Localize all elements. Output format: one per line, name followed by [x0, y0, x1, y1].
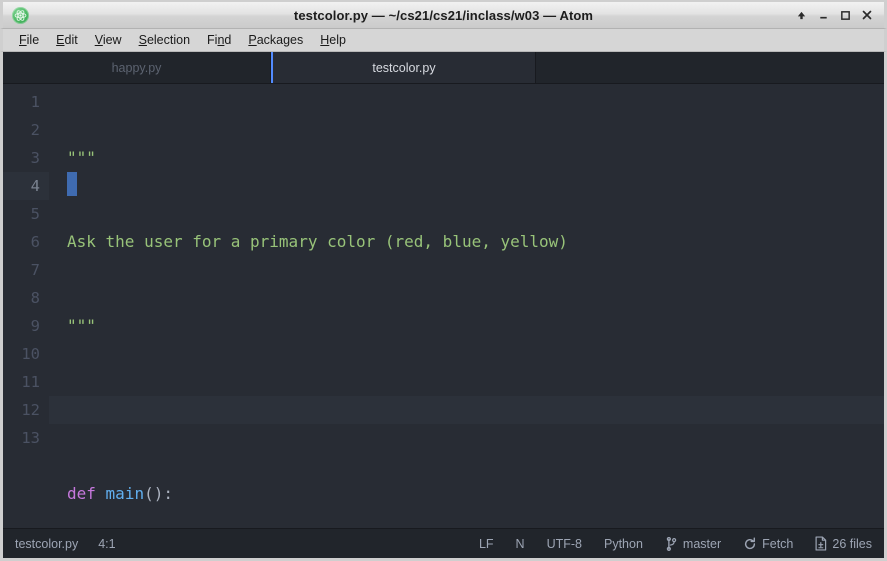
menu-mnemonic: V [95, 33, 103, 47]
menu-label: dit [65, 33, 78, 47]
line-number: 11 [3, 368, 49, 396]
window-controls [790, 5, 880, 25]
atom-logo-icon [12, 7, 29, 24]
status-files-label: 26 files [832, 537, 872, 551]
line-number: 12 [3, 396, 49, 424]
menu-item-help[interactable]: Help [312, 31, 355, 49]
status-vim-mode[interactable]: N [516, 537, 525, 551]
token-punc: ) [154, 484, 164, 503]
code-content[interactable]: """ Ask the user for a primary color (re… [49, 84, 884, 528]
menu-label: ile [27, 33, 40, 47]
line-number: 5 [3, 200, 49, 228]
line-number: 13 [3, 424, 49, 452]
line-number: 1 [3, 88, 49, 116]
menu-mnemonic: P [248, 33, 256, 47]
app-icon-wrapper[interactable] [9, 4, 31, 26]
menu-label: Fi [207, 33, 217, 47]
menu-bar: File Edit View Selection Find Packages H… [0, 29, 887, 52]
tab-bar: happy.py testcolor.py [3, 52, 884, 84]
shade-button[interactable] [790, 5, 812, 25]
token-string: """ [67, 148, 96, 167]
token-string: """ [67, 316, 96, 335]
menu-item-find[interactable]: Find [199, 31, 240, 49]
line-number: 7 [3, 256, 49, 284]
menu-label: election [147, 33, 190, 47]
title-bar[interactable]: testcolor.py — ~/cs21/cs21/inclass/w03 —… [0, 0, 887, 29]
tab-happy-py[interactable]: happy.py [3, 52, 271, 83]
code-line[interactable]: """ [49, 312, 884, 340]
menu-label: ackages [257, 33, 304, 47]
status-bar-left: testcolor.py 4:1 [15, 537, 116, 551]
status-line-ending[interactable]: LF [479, 537, 494, 551]
close-button[interactable] [856, 5, 878, 25]
menu-mnemonic: E [56, 33, 64, 47]
tab-label: testcolor.py [372, 61, 435, 75]
menu-label: d [224, 33, 231, 47]
token-string: Ask the user for a primary color (red, b… [67, 232, 568, 251]
code-line-current[interactable] [49, 396, 884, 424]
menu-label: elp [329, 33, 346, 47]
tab-testcolor-py[interactable]: testcolor.py [271, 52, 536, 83]
menu-item-view[interactable]: View [87, 31, 131, 49]
code-line[interactable]: """ [49, 144, 884, 172]
text-cursor [67, 172, 77, 196]
status-fetch[interactable]: Fetch [743, 537, 793, 551]
window-title: testcolor.py — ~/cs21/cs21/inclass/w03 —… [3, 8, 884, 23]
maximize-button[interactable] [834, 5, 856, 25]
token-punc: ( [144, 484, 154, 503]
refresh-icon [743, 537, 757, 551]
line-number-gutter: 1 2 3 4 5 6 7 8 9 10 11 12 13 [3, 84, 49, 528]
status-filename[interactable]: testcolor.py [15, 537, 78, 551]
menu-item-packages[interactable]: Packages [240, 31, 312, 49]
line-number: 10 [3, 340, 49, 368]
code-line[interactable]: def main(): [49, 480, 884, 508]
token-kw: def [67, 484, 96, 503]
status-changed-files[interactable]: 26 files [815, 536, 872, 551]
token-punc: : [163, 484, 173, 503]
status-bar: testcolor.py 4:1 LF N UTF-8 Python mas [3, 528, 884, 558]
status-git-branch[interactable]: master [665, 537, 721, 551]
code-editor[interactable]: 1 2 3 4 5 6 7 8 9 10 11 12 13 """ Ask th… [3, 84, 884, 528]
status-grammar[interactable]: Python [604, 537, 643, 551]
tab-bar-empty-area [536, 52, 884, 83]
status-cursor-position[interactable]: 4:1 [98, 537, 115, 551]
line-number: 8 [3, 284, 49, 312]
status-bar-right: LF N UTF-8 Python master [479, 536, 872, 551]
menu-item-edit[interactable]: Edit [48, 31, 87, 49]
menu-item-selection[interactable]: Selection [131, 31, 199, 49]
line-number: 6 [3, 228, 49, 256]
status-encoding[interactable]: UTF-8 [547, 537, 582, 551]
code-line[interactable]: Ask the user for a primary color (red, b… [49, 228, 884, 256]
menu-label: iew [103, 33, 122, 47]
atom-window: testcolor.py — ~/cs21/cs21/inclass/w03 —… [0, 0, 887, 561]
tab-label: happy.py [112, 61, 162, 75]
menu-mnemonic: S [139, 33, 147, 47]
status-branch-label: master [683, 537, 721, 551]
menu-mnemonic: H [320, 33, 329, 47]
line-number: 2 [3, 116, 49, 144]
git-branch-icon [665, 537, 678, 551]
line-number: 3 [3, 144, 49, 172]
token-fn: main [106, 484, 145, 503]
minimize-button[interactable] [812, 5, 834, 25]
menu-mnemonic: F [19, 33, 27, 47]
menu-item-file[interactable]: File [11, 31, 48, 49]
line-number: 9 [3, 312, 49, 340]
status-fetch-label: Fetch [762, 537, 793, 551]
line-number-current: 4 [3, 172, 49, 200]
file-diff-icon [815, 536, 827, 551]
